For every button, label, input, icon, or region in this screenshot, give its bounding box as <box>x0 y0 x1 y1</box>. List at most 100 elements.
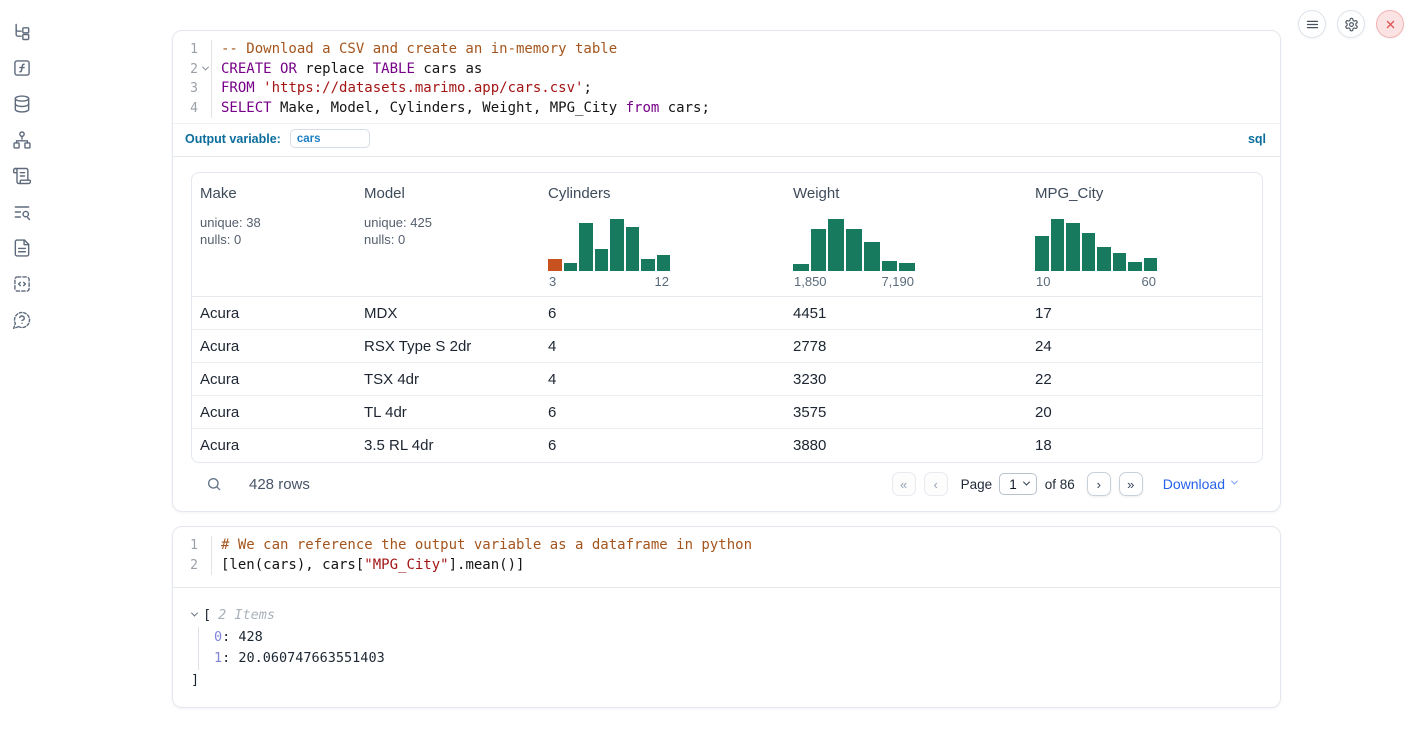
page-select[interactable]: 1 <box>999 473 1037 495</box>
histogram-bar[interactable] <box>1035 236 1049 271</box>
histogram-bar[interactable] <box>1128 262 1142 271</box>
column-histogram: 1060 <box>1035 219 1157 289</box>
histogram-bar[interactable] <box>1097 247 1111 271</box>
column-stats: unique: 38nulls: 0 <box>200 215 356 248</box>
page-select-value: 1 <box>1009 477 1017 492</box>
token-keyword: TABLE <box>373 61 415 77</box>
histogram-bar[interactable] <box>641 259 655 271</box>
notebook-cells: 1-- Download a CSV and create an in-memo… <box>172 30 1281 708</box>
table-cell: RSX Type S 2dr <box>356 338 540 355</box>
histogram-bar[interactable] <box>1082 233 1096 271</box>
column-histogram: 1,8507,190 <box>793 219 915 289</box>
column-name[interactable]: Make <box>200 185 356 203</box>
token-comment: # We can reference the output variable a… <box>221 537 752 553</box>
scroll-icon[interactable] <box>12 166 32 186</box>
axis-min-label: 1,850 <box>794 274 827 289</box>
code-line: 1 # We can reference the output variable … <box>179 536 1270 556</box>
chevron-down-icon <box>1023 478 1030 485</box>
histogram-bar[interactable] <box>610 219 624 271</box>
column-name[interactable]: Cylinders <box>548 185 785 203</box>
sql-cell: 1-- Download a CSV and create an in-memo… <box>172 30 1281 512</box>
table-row[interactable]: AcuraRSX Type S 2dr4277824 <box>192 330 1262 363</box>
sql-cell-meta: Output variable: sql <box>173 123 1280 157</box>
next-page-button[interactable]: › <box>1087 472 1111 496</box>
histogram-bar[interactable] <box>1051 219 1065 271</box>
histogram-bar[interactable] <box>657 255 671 271</box>
fold-chevron-icon[interactable] <box>200 68 211 71</box>
code-line: 2CREATE OR replace TABLE cars as <box>179 60 1270 80</box>
function-square-icon[interactable] <box>12 58 32 78</box>
table-row[interactable]: AcuraTL 4dr6357520 <box>192 396 1262 429</box>
language-badge: sql <box>1248 132 1266 146</box>
file-tree-icon[interactable] <box>12 22 32 42</box>
code-square-icon[interactable] <box>12 274 32 294</box>
python-code-editor[interactable]: 1 # We can reference the output variable … <box>173 527 1280 587</box>
histogram-bar[interactable] <box>1144 258 1158 271</box>
histogram-bar[interactable] <box>595 249 609 271</box>
histogram-bar[interactable] <box>1113 253 1127 271</box>
code-text: # We can reference the output variable a… <box>212 536 752 556</box>
histogram-bar[interactable] <box>811 229 827 271</box>
token-keyword: OR <box>280 61 297 77</box>
gutter: 2 <box>179 60 212 80</box>
list-search-icon[interactable] <box>12 202 32 222</box>
table-footer: 428 rows « ‹ Page 1 of 86 › » Download <box>191 469 1263 511</box>
column-name[interactable]: Model <box>364 185 540 203</box>
table-cell: 17 <box>1027 305 1262 322</box>
prev-page-button[interactable]: ‹ <box>924 472 948 496</box>
table-cell: 20 <box>1027 404 1262 421</box>
file-text-icon[interactable] <box>12 238 32 258</box>
last-page-button[interactable]: » <box>1119 472 1143 496</box>
first-page-button[interactable]: « <box>892 472 916 496</box>
table-cell: 6 <box>540 437 785 454</box>
hamburger-icon[interactable] <box>1298 10 1326 38</box>
marimo-notebook: 1-- Download a CSV and create an in-memo… <box>0 0 1408 729</box>
histogram-bar[interactable] <box>564 263 578 271</box>
code-text: [len(cars), cars["MPG_City"].mean()] <box>212 556 524 576</box>
column-histogram: 312 <box>548 219 670 289</box>
histogram-bars <box>793 219 915 271</box>
items-count: 2 Items <box>218 605 275 627</box>
python-cell: 1 # We can reference the output variable … <box>172 526 1281 708</box>
column-name[interactable]: MPG_City <box>1035 185 1262 203</box>
histogram-bar[interactable] <box>864 242 880 271</box>
notebook-actions <box>1298 10 1404 38</box>
table-cell: TSX 4dr <box>356 371 540 388</box>
output-variable-input[interactable] <box>290 129 370 148</box>
help-bubble-icon[interactable] <box>12 310 32 330</box>
token-keyword: from <box>626 100 660 116</box>
gear-icon[interactable] <box>1337 10 1365 38</box>
histogram-bar[interactable] <box>626 227 640 271</box>
page-total-label: of 86 <box>1045 477 1075 492</box>
network-icon[interactable] <box>12 130 32 150</box>
gutter: 1 <box>179 40 212 60</box>
line-number: 1 <box>179 40 200 60</box>
table-cell: 2778 <box>785 338 1027 355</box>
histogram-bar[interactable] <box>1066 223 1080 271</box>
line-number: 1 <box>179 536 200 556</box>
sql-code-editor[interactable]: 1-- Download a CSV and create an in-memo… <box>173 31 1280 123</box>
table-row[interactable]: AcuraTSX 4dr4323022 <box>192 363 1262 396</box>
table-row[interactable]: AcuraMDX6445117 <box>192 297 1262 330</box>
chevron-down-icon[interactable] <box>191 610 198 617</box>
histogram-bar[interactable] <box>793 264 809 271</box>
close-icon[interactable] <box>1376 10 1404 38</box>
histogram-bar[interactable] <box>579 223 593 271</box>
download-button[interactable]: Download <box>1163 476 1237 492</box>
line-number: 4 <box>179 99 200 119</box>
axis-min-label: 10 <box>1036 274 1050 289</box>
tree-items: 0: 4281: 20.060747663551403 <box>198 627 1262 670</box>
histogram-bar[interactable] <box>548 259 562 271</box>
histogram-bar[interactable] <box>899 263 915 271</box>
search-icon[interactable] <box>206 475 224 493</box>
table-row[interactable]: Acura3.5 RL 4dr6388018 <box>192 429 1262 462</box>
chevron-down-icon <box>1231 478 1238 485</box>
item-key: 0 <box>214 629 222 645</box>
column-name[interactable]: Weight <box>793 185 1027 203</box>
code-line: 4SELECT Make, Model, Cylinders, Weight, … <box>179 99 1270 119</box>
database-icon[interactable] <box>12 94 32 114</box>
histogram-bar[interactable] <box>846 229 862 271</box>
histogram-bar[interactable] <box>882 261 898 271</box>
table-cell: Acura <box>192 338 356 355</box>
histogram-bar[interactable] <box>828 219 844 271</box>
